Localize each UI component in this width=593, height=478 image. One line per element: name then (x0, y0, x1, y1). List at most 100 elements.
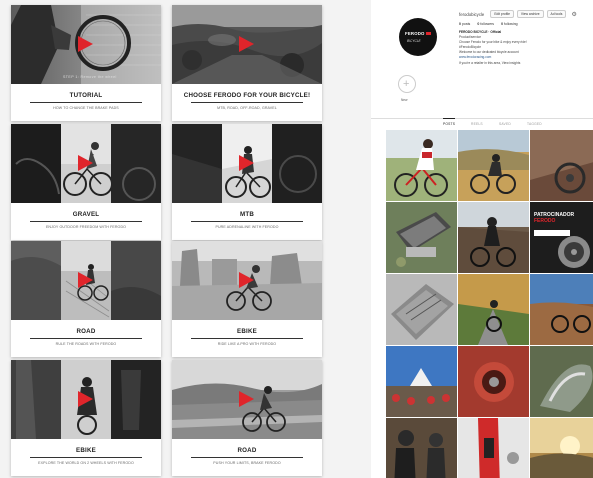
tab-saved[interactable]: SAVED (499, 122, 511, 126)
post-tile[interactable] (530, 346, 593, 417)
stat-count: 0 (477, 22, 480, 26)
post-tile[interactable] (386, 130, 457, 201)
stat-label: following (504, 22, 518, 26)
divider (191, 457, 303, 458)
post-image (458, 274, 529, 345)
post-tile[interactable] (386, 274, 457, 345)
post-tile-sponsor[interactable]: PATROCINADOR FERODO (530, 202, 593, 273)
stat-label: followers (480, 22, 495, 26)
brand-logo: FERODO (405, 31, 431, 36)
post-image (530, 274, 593, 345)
post-grid: PATROCINADOR FERODO (386, 130, 593, 478)
card-title: EBIKE (237, 328, 257, 335)
post-tile[interactable] (458, 130, 529, 201)
video-card-mtb[interactable]: MTB PURE ADRENALINE WITH FERODO (172, 124, 322, 240)
card-title: EBIKE (76, 447, 96, 454)
video-card-choose-ferodo[interactable]: CHOOSE FERODO FOR YOUR BICYCLE! MTB, ROA… (172, 5, 322, 121)
video-thumbnail[interactable] (172, 5, 322, 84)
tab-tagged[interactable]: TAGGED (527, 122, 542, 126)
post-image (458, 202, 529, 273)
stat-count: 0 (501, 22, 504, 26)
edit-profile-button[interactable]: Edit profile (490, 10, 514, 18)
card-caption: EBIKE RIDE LIKE A PRO WITH FERODO (172, 320, 322, 357)
divider (191, 221, 303, 222)
video-card-tutorial[interactable]: STEP 1: Remove the wheel TUTORIAL HOW TO… (11, 5, 161, 121)
card-subtitle: RIDE LIKE A PRO WITH FERODO (217, 342, 277, 346)
post-tile[interactable] (458, 346, 529, 417)
video-card-grid: STEP 1: Remove the wheel TUTORIAL HOW TO… (0, 0, 333, 478)
card-title: ROAD (237, 447, 257, 454)
card-caption: GRAVEL ENJOY OUTDOOR FREEDOM WITH FERODO (11, 203, 161, 240)
divider (30, 457, 142, 458)
video-card-gravel[interactable]: GRAVEL ENJOY OUTDOOR FREEDOM WITH FERODO (11, 124, 161, 240)
play-icon[interactable] (78, 272, 93, 288)
play-icon[interactable] (78, 391, 93, 407)
view-archive-button[interactable]: View archive (516, 10, 544, 18)
logo-mark-icon (425, 32, 431, 36)
video-thumbnail[interactable] (172, 360, 322, 439)
sponsor-text: PATROCINADOR FERODO (534, 212, 574, 224)
logo-brand-text: FERODO (405, 31, 425, 36)
post-tile[interactable] (530, 130, 593, 201)
profile-bio: FERODO BICYCLE · Official Product/servic… (459, 30, 579, 66)
post-tile[interactable] (386, 202, 457, 273)
stat-label: posts (461, 22, 471, 26)
post-image (386, 202, 457, 273)
post-image (530, 418, 593, 478)
video-thumbnail[interactable] (11, 360, 161, 439)
post-tile[interactable] (530, 274, 593, 345)
divider (30, 338, 142, 339)
post-tile[interactable] (458, 418, 529, 478)
ad-tools-button[interactable]: Ad tools (546, 10, 567, 18)
play-icon[interactable] (239, 155, 254, 171)
post-image (458, 418, 529, 478)
post-image (530, 130, 593, 201)
card-subtitle: RULE THE ROADS WITH FERODO (55, 342, 117, 346)
profile-tabs: POSTS REELS SAVED TAGGED (371, 118, 593, 128)
card-subtitle: PURE ADRENALINE WITH FERODO (215, 225, 279, 229)
card-title: TUTORIAL (69, 92, 103, 99)
tab-reels[interactable]: REELS (471, 122, 483, 126)
video-thumbnail[interactable] (172, 124, 322, 203)
profile-actions-row: ferodobicycle Edit profile View archive … (459, 10, 577, 18)
username: ferodobicycle (459, 11, 485, 17)
stat-posts[interactable]: 0 posts (459, 22, 470, 26)
card-caption: TUTORIAL HOW TO CHANGE THE BRAKE PADS (11, 84, 161, 121)
post-image (458, 346, 529, 417)
card-subtitle: PUSH YOUR LIMITS, BRAKE FERODO (213, 461, 281, 465)
avatar[interactable]: FERODO BICYCLE (399, 18, 437, 56)
play-icon[interactable] (239, 36, 254, 52)
video-thumbnail[interactable] (172, 241, 322, 320)
video-thumbnail[interactable]: STEP 1: Remove the wheel (11, 5, 161, 84)
stat-followers[interactable]: 0 followers (477, 22, 494, 26)
card-caption: CHOOSE FERODO FOR YOUR BICYCLE! MTB, ROA… (172, 84, 322, 121)
play-icon[interactable] (78, 155, 93, 171)
card-title: CHOOSE FERODO FOR YOUR BICYCLE! (183, 92, 311, 99)
video-overlay-caption: STEP 1: Remove the wheel (63, 75, 117, 79)
video-card-road[interactable]: ROAD RULE THE ROADS WITH FERODO (11, 241, 161, 357)
gear-icon[interactable]: ⚙ (571, 11, 576, 18)
video-card-road-limits[interactable]: ROAD PUSH YOUR LIMITS, BRAKE FERODO (172, 360, 322, 476)
card-subtitle: ENJOY OUTDOOR FREEDOM WITH FERODO (45, 225, 127, 229)
video-card-ebike[interactable]: EBIKE RIDE LIKE A PRO WITH FERODO (172, 241, 322, 357)
card-subtitle: EXPLORE THE WORLD ON 2 WHEELS WITH FEROD… (38, 461, 134, 465)
post-tile[interactable] (530, 418, 593, 478)
post-tile[interactable] (386, 346, 457, 417)
play-icon[interactable] (239, 272, 254, 288)
post-tile[interactable] (386, 418, 457, 478)
post-image (386, 346, 457, 417)
tab-posts[interactable]: POSTS (443, 118, 456, 126)
video-thumbnail[interactable] (11, 241, 161, 320)
new-highlight-button[interactable]: + (398, 75, 416, 93)
play-icon[interactable] (78, 36, 93, 52)
plus-icon: + (403, 78, 410, 90)
video-card-ebike-explore[interactable]: EBIKE EXPLORE THE WORLD ON 2 WHEELS WITH… (11, 360, 161, 476)
card-title: MTB (239, 211, 254, 218)
bio-note[interactable]: If you're a retailer in this area, View … (459, 61, 579, 66)
stat-following[interactable]: 0 following (501, 22, 518, 26)
video-thumbnail[interactable] (11, 124, 161, 203)
play-icon[interactable] (239, 391, 254, 407)
post-tile[interactable] (458, 202, 529, 273)
post-tile[interactable] (458, 274, 529, 345)
sponsor-brand: FERODO (534, 218, 556, 224)
